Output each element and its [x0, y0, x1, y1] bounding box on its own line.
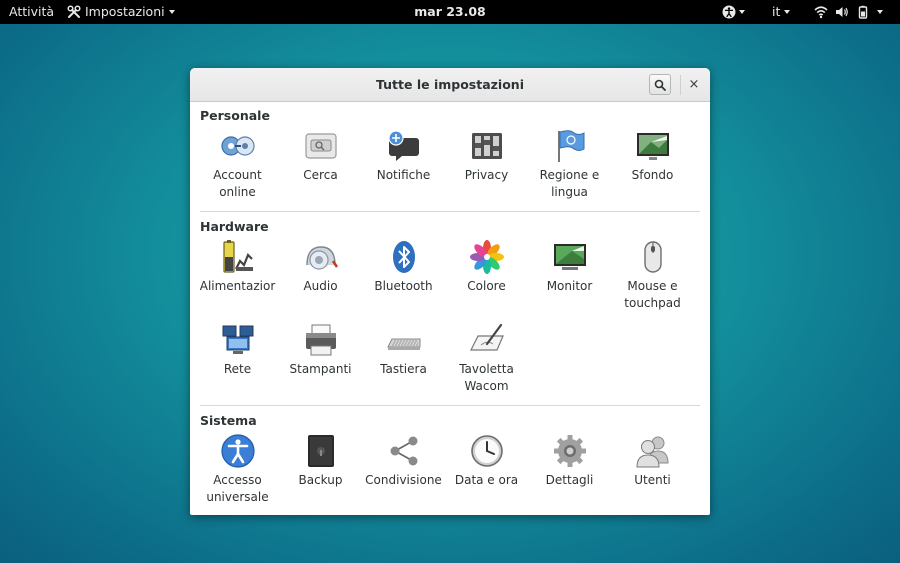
panel-label: Mouse e touchpad	[624, 279, 681, 310]
panel-label: Data e ora	[454, 473, 519, 487]
online-accounts-icon	[220, 136, 255, 156]
panel-label: Stampanti	[289, 362, 352, 376]
panel-network[interactable]: Rete	[196, 322, 279, 378]
panel-label: Sfondo	[631, 168, 674, 182]
panel-printers[interactable]: Stampanti	[279, 322, 362, 378]
details-icon	[553, 435, 586, 467]
panel-search[interactable]: Cerca	[279, 128, 362, 184]
display-icon	[553, 244, 586, 270]
panel-users[interactable]: Utenti	[611, 433, 694, 489]
panel-privacy[interactable]: Privacy	[445, 128, 528, 184]
panel-label: Dettagli	[545, 473, 594, 487]
chevron-down-icon	[739, 10, 745, 14]
panel-label: Notifiche	[376, 168, 431, 182]
panel-bluetooth[interactable]: Bluetooth	[362, 239, 445, 295]
sharing-icon	[390, 436, 417, 466]
panel-label: Account online	[213, 168, 262, 199]
background-icon	[636, 133, 669, 160]
panel-power[interactable]: Alimentazior	[196, 239, 279, 295]
close-button[interactable]: ×	[685, 75, 703, 95]
titlebar-separator	[680, 75, 681, 95]
chevron-down-icon	[877, 10, 883, 14]
accessibility-menu[interactable]	[722, 0, 745, 24]
panel-label: Bluetooth	[374, 279, 433, 293]
panel-region-language[interactable]: Regione e lingua	[528, 128, 611, 201]
section-divider	[200, 405, 700, 406]
panel-background[interactable]: Sfondo	[611, 128, 694, 184]
panel-color[interactable]: Colore	[445, 239, 528, 295]
section-title-hardware: Hardware	[200, 219, 269, 234]
search-icon	[654, 79, 666, 91]
input-source-label: it	[772, 4, 781, 19]
panel-notifications[interactable]: Notifiche	[362, 128, 445, 184]
battery-icon	[858, 5, 868, 19]
mouse-icon	[643, 241, 662, 273]
panel-label: Tavoletta Wacom	[459, 362, 514, 393]
panel-label: Condivisione	[365, 473, 442, 487]
clock[interactable]: mar 23.08	[414, 4, 486, 19]
universal-access-icon	[220, 434, 255, 468]
panel-label: Regione e lingua	[539, 168, 600, 199]
chevron-down-icon	[168, 10, 175, 14]
panel-wacom-tablet[interactable]: Tavoletta Wacom	[445, 322, 528, 395]
users-icon	[635, 436, 669, 468]
app-menu-label: Impostazioni	[85, 4, 165, 19]
section-title-personale: Personale	[200, 108, 270, 123]
section-divider	[200, 211, 700, 212]
printer-icon	[305, 324, 336, 356]
chevron-down-icon	[784, 10, 791, 14]
panel-label: Audio	[303, 279, 338, 293]
power-icon	[222, 240, 253, 273]
panel-display[interactable]: Monitor	[528, 239, 611, 295]
panel-label: Alimentazior	[199, 279, 276, 293]
bluetooth-icon	[392, 241, 415, 273]
wifi-icon	[814, 6, 828, 19]
notifications-icon	[387, 130, 419, 161]
panel-sound[interactable]: Audio	[279, 239, 362, 295]
search-icon	[304, 133, 337, 159]
sound-icon	[305, 246, 338, 270]
panel-universal-access[interactable]: Accesso universale	[196, 433, 279, 506]
title-bar: Tutte le impostazioni ×	[190, 68, 710, 102]
panel-backup[interactable]: Backup	[279, 433, 362, 489]
settings-window: Tutte le impostazioni × Personale Accoun…	[190, 68, 710, 515]
system-status-menu[interactable]	[814, 0, 883, 24]
panel-keyboard[interactable]: Tastiera	[362, 322, 445, 378]
network-icon	[222, 325, 253, 354]
activities-button[interactable]: Attività	[9, 0, 54, 24]
panel-mouse-touchpad[interactable]: Mouse e touchpad	[611, 239, 694, 312]
panel-label: Cerca	[303, 168, 338, 182]
search-button[interactable]	[649, 74, 671, 95]
top-bar: Attività Impostazioni mar 23.08 it	[0, 0, 900, 24]
panel-label: Accesso universale	[206, 473, 269, 504]
backup-icon	[307, 435, 334, 467]
panel-label: Colore	[467, 279, 506, 293]
tools-icon	[67, 5, 81, 18]
volume-icon	[836, 7, 848, 17]
panel-date-time[interactable]: Data e ora	[445, 433, 528, 489]
panel-label: Rete	[223, 362, 252, 376]
panel-label: Backup	[298, 473, 343, 487]
app-menu[interactable]: Impostazioni	[67, 0, 175, 24]
accessibility-icon	[722, 5, 736, 19]
privacy-icon	[471, 133, 502, 159]
panel-label: Utenti	[634, 473, 671, 487]
window-title: Tutte le impostazioni	[376, 77, 524, 92]
panel-sharing[interactable]: Condivisione	[362, 433, 445, 489]
panel-details[interactable]: Dettagli	[528, 433, 611, 489]
region-language-icon	[557, 130, 584, 162]
input-source-menu[interactable]: it	[772, 0, 791, 24]
panel-label: Monitor	[546, 279, 593, 293]
section-title-sistema: Sistema	[200, 413, 257, 428]
date-time-icon	[470, 435, 503, 467]
panel-label: Privacy	[464, 168, 509, 182]
color-icon	[469, 240, 504, 274]
panel-online-accounts[interactable]: Account online	[196, 128, 279, 201]
panel-label: Tastiera	[380, 362, 427, 376]
wacom-tablet-icon	[469, 323, 504, 351]
keyboard-icon	[386, 338, 420, 350]
